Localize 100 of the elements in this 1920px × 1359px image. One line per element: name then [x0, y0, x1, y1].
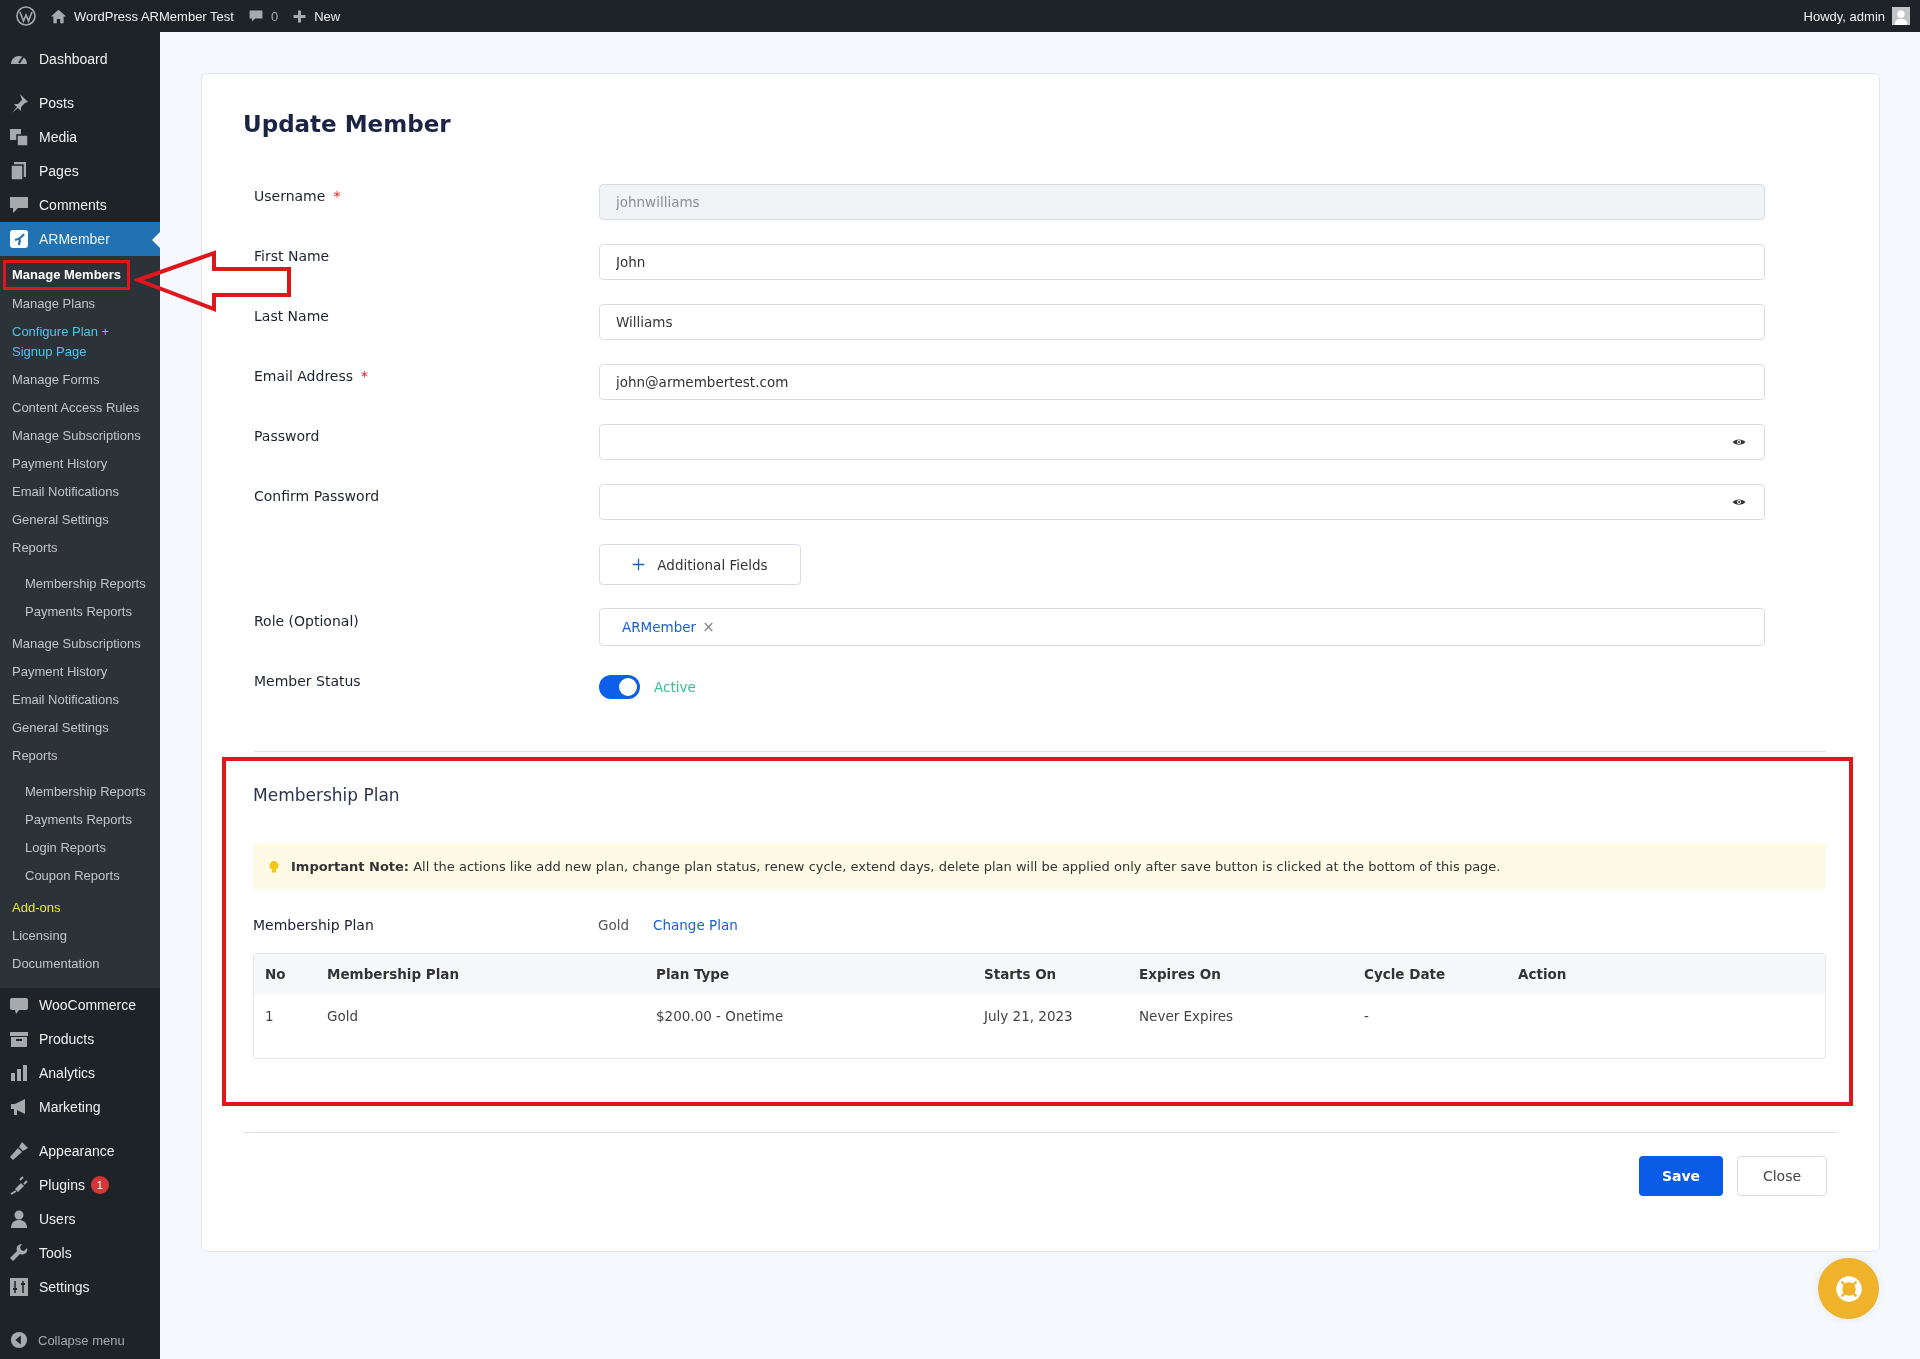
menu-item[interactable]: Tools [0, 1236, 160, 1270]
greeting: Howdy, admin [1803, 8, 1885, 24]
menu-label: Users [39, 1211, 76, 1227]
menu-label: WooCommerce [39, 997, 136, 1013]
speech-bubble-icon [247, 8, 264, 24]
help-button[interactable] [1818, 1258, 1879, 1319]
table-cell: - [1353, 994, 1507, 1038]
table-cell: Never Expires [1128, 994, 1353, 1038]
logo-icon [9, 229, 29, 249]
submenu-item[interactable]: Reports [0, 534, 70, 562]
submenu-item[interactable]: Manage Subscriptions [0, 630, 153, 658]
menu-item[interactable]: Plugins 1 [0, 1168, 160, 1202]
avatar-icon [1892, 7, 1910, 25]
submenu-item[interactable]: Manage Subscriptions [0, 422, 153, 450]
password-field[interactable] [599, 424, 1765, 460]
column-header: No [254, 954, 316, 994]
menu-label: Comments [39, 197, 107, 213]
field-label: Role (Optional) [254, 613, 359, 629]
field-label: Confirm Password [254, 488, 380, 504]
wrench-icon [9, 1243, 29, 1263]
column-header: Starts On [973, 954, 1128, 994]
menu-item[interactable]: Dashboard [0, 42, 160, 76]
menu-item[interactable]: Posts [0, 86, 160, 120]
additional-fields-button[interactable]: Additional Fields [599, 544, 801, 585]
menu-item[interactable]: Users [0, 1202, 160, 1236]
menu-label: ARMember [39, 231, 110, 247]
menu-item[interactable]: Comments [0, 188, 160, 222]
table-cell: $200.00 - Onetime [645, 994, 973, 1038]
save-button[interactable]: Save [1639, 1156, 1723, 1196]
submenu-item[interactable]: General Settings [0, 506, 121, 534]
menu-label: Settings [39, 1279, 90, 1295]
change-plan-link[interactable]: Change Plan [653, 917, 738, 933]
submenu-item[interactable]: Membership Reports [0, 778, 158, 806]
site-name-link[interactable]: WordPress ARMember Test [50, 7, 234, 25]
menu-label: Analytics [39, 1065, 96, 1081]
submenu-item[interactable]: Manage Forms [0, 366, 112, 394]
person-icon [9, 1209, 29, 1229]
required-asterisk: * [361, 368, 369, 384]
menu-item[interactable]: Appearance [0, 1134, 160, 1168]
password-field[interactable] [599, 484, 1765, 520]
input-field[interactable]: Williams [599, 304, 1765, 340]
lightbulb-icon [267, 858, 281, 875]
close-button[interactable]: Close [1737, 1156, 1827, 1196]
submenu-item[interactable]: Email Notifications [0, 686, 131, 714]
required-asterisk: * [333, 188, 341, 204]
submenu-item[interactable]: Configure Plan + Signup Page [0, 318, 160, 366]
menu-item[interactable]: Pages [0, 154, 160, 188]
submenu-item[interactable]: Manage Members [5, 262, 129, 288]
field-label: Membership Plan [253, 917, 375, 933]
submenu-item[interactable]: Reports [0, 742, 70, 770]
status-toggle[interactable] [599, 675, 640, 699]
wordpress-logo-icon [16, 6, 36, 26]
field-label: Username [254, 188, 326, 204]
submenu-item[interactable]: Manage Plans [0, 290, 108, 318]
plus-icon [632, 558, 646, 571]
field-label: First Name [254, 248, 330, 264]
submenu-item[interactable]: Add-ons [0, 894, 73, 922]
sliders-icon [9, 1277, 29, 1297]
submenu-item[interactable]: Email Notifications [0, 478, 131, 506]
menu-item[interactable]: WooCommerce [0, 988, 160, 1022]
table-cell: July 21, 2023 [973, 994, 1128, 1038]
submenu-item[interactable]: Licensing [0, 922, 79, 950]
collapse-menu-button[interactable]: Collapse menu [0, 1323, 160, 1357]
submenu-item[interactable]: Membership Reports [0, 570, 158, 598]
speech-bubble-icon [9, 195, 29, 215]
collapse-label: Collapse menu [38, 1332, 125, 1348]
role-tag: ARMember [622, 619, 697, 635]
new-link[interactable]: New [292, 8, 341, 24]
menu-item[interactable]: Products [0, 1022, 160, 1056]
column-header: Cycle Date [1353, 954, 1507, 994]
menu-label: Tools [39, 1245, 72, 1261]
menu-item[interactable]: Settings [0, 1270, 160, 1304]
submenu-item[interactable]: Payments Reports [0, 806, 144, 834]
bar-chart-icon [9, 1063, 29, 1083]
submenu-item[interactable]: Payments Reports [0, 598, 144, 626]
input-field[interactable]: john@armembertest.com [599, 364, 1765, 400]
submenu-item[interactable]: Coupon Reports [0, 862, 132, 890]
collapse-icon [10, 1331, 28, 1349]
page-title: Update Member [243, 110, 452, 139]
submenu-item[interactable]: Login Reports [0, 834, 118, 862]
menu-label: Media [39, 129, 78, 145]
menu-item[interactable]: Media [0, 120, 160, 154]
submenu-item[interactable]: Payment History [0, 658, 120, 686]
submenu-item[interactable]: Content Access Rules [0, 394, 152, 422]
menu-item[interactable]: ARMember [0, 222, 160, 256]
menu-item[interactable]: Analytics [0, 1056, 160, 1090]
comments-link[interactable]: 0 [247, 8, 279, 24]
account-link[interactable]: Howdy, admin [1803, 7, 1910, 25]
submenu-item[interactable]: General Settings [0, 714, 121, 742]
menu-item[interactable]: Marketing [0, 1090, 160, 1124]
column-header: Action [1507, 954, 1825, 994]
menu-label: Products [39, 1031, 95, 1047]
update-count-badge: 1 [90, 1176, 109, 1194]
submenu-item[interactable]: Payment History [0, 450, 120, 478]
remove-tag-button[interactable]: × [702, 618, 715, 636]
column-header: Plan Type [645, 954, 973, 994]
submenu-item[interactable]: Documentation [0, 950, 112, 978]
field-label: Last Name [254, 308, 329, 324]
input-field[interactable]: John [599, 244, 1765, 280]
role-select[interactable]: ARMember × [599, 608, 1765, 646]
